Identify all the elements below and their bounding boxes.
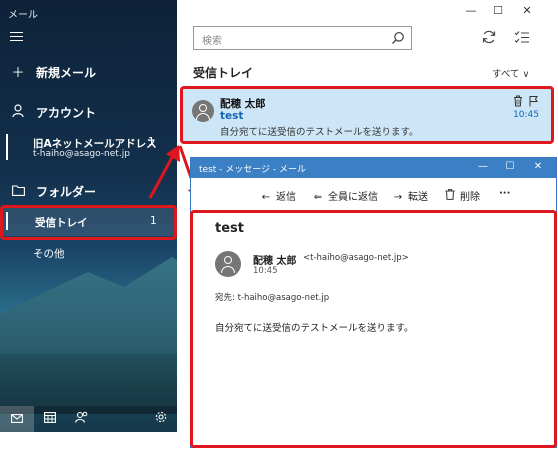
search-icon[interactable] (391, 31, 405, 45)
select-mode-icon[interactable] (514, 29, 530, 45)
popup-minimize-button[interactable]: — (476, 161, 490, 172)
reply-all-label: 全員に返信 (328, 192, 378, 203)
message-window-title: test - メッセージ - メール (199, 165, 307, 175)
mail-icon[interactable] (0, 406, 34, 432)
folders-header[interactable]: フォルダー (10, 183, 96, 200)
reply-all-button[interactable]: ⇐ 全員に返信 (311, 188, 378, 203)
inbox-title: 受信トレイ (193, 66, 254, 80)
account-unread-count: 1 (148, 136, 155, 148)
reply-all-icon: ⇐ (313, 192, 323, 203)
message-toolbar: ← 返信 ⇐ 全員に返信 → 転送 削除 ··· (191, 178, 556, 210)
settings-icon[interactable] (153, 411, 169, 427)
popup-maximize-button[interactable]: ☐ (503, 161, 517, 172)
folders-label: フォルダー (36, 185, 97, 199)
more-options-button[interactable]: ··· (499, 188, 510, 199)
background-lake (0, 354, 177, 414)
trash-icon (443, 189, 457, 203)
reply-label: 返信 (276, 192, 296, 203)
account-indicator (6, 134, 8, 160)
annotation-box-popup (190, 210, 557, 448)
bottom-nav (0, 406, 177, 432)
popup-close-button[interactable]: ✕ (531, 161, 545, 172)
person-icon (10, 104, 26, 121)
accounts-label: アカウント (36, 106, 97, 120)
close-button[interactable]: ✕ (518, 4, 536, 17)
delete-label: 削除 (460, 192, 480, 203)
minimize-button[interactable]: — (462, 4, 480, 17)
folder-icon (10, 185, 26, 200)
plus-icon: ＋ (11, 66, 25, 81)
forward-icon: → (393, 192, 403, 203)
accounts-header[interactable]: アカウント (10, 104, 96, 121)
search-box[interactable]: 検索 (193, 26, 412, 50)
annotation-box-inbox (0, 205, 177, 240)
new-mail-label: 新規メール (36, 66, 97, 80)
account-item[interactable]: 旧Aネットメールアドレス 1 t-haiho@asago-net.jp (0, 128, 177, 164)
forward-label: 転送 (408, 192, 428, 203)
delete-button[interactable]: 削除 (443, 188, 480, 203)
hamburger-menu-icon[interactable] (10, 32, 23, 42)
annotation-box-message (180, 86, 554, 144)
sidebar-item-other[interactable]: その他 (33, 246, 65, 261)
reply-button[interactable]: ← 返信 (259, 188, 296, 203)
search-placeholder: 検索 (202, 36, 222, 47)
forward-button[interactable]: → 転送 (391, 188, 428, 203)
calendar-icon[interactable] (42, 411, 58, 427)
sync-icon[interactable] (481, 29, 497, 45)
new-mail-button[interactable]: ＋ 新規メール (10, 62, 96, 81)
app-title: メール (8, 10, 38, 21)
account-email: t-haiho@asago-net.jp (33, 149, 130, 159)
people-icon[interactable] (74, 411, 90, 427)
maximize-button[interactable]: ☐ (489, 4, 507, 17)
message-window-titlebar[interactable]: test - メッセージ - メール — ☐ ✕ (191, 158, 556, 178)
reply-icon: ← (261, 192, 271, 203)
filter-dropdown[interactable]: すべて ∨ (492, 66, 529, 80)
